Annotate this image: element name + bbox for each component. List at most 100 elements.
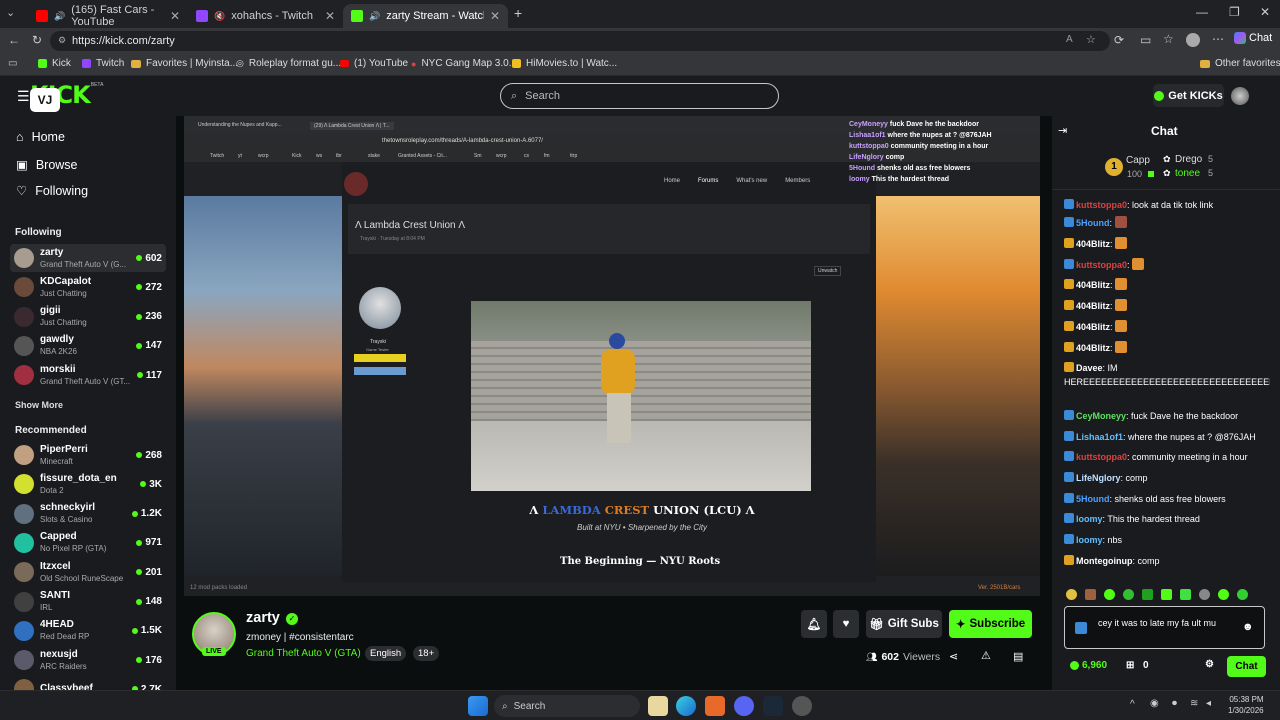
emote-icon[interactable] [1237, 589, 1248, 600]
channel-points[interactable]: 6,960 [1082, 660, 1107, 671]
bookmark-favorites[interactable]: Favorites | Myinsta... [131, 58, 238, 69]
channel-item[interactable]: fissure_dota_en Dota 2 3K [10, 470, 166, 498]
app-icon[interactable] [705, 696, 725, 716]
site-info-icon[interactable]: ⚙ [58, 35, 66, 46]
sidebar-toggle-icon[interactable]: ▭ [8, 58, 17, 69]
chat-username[interactable]: kuttstoppa0 [1076, 260, 1127, 270]
emote-icon[interactable] [1085, 589, 1096, 600]
new-tab-button[interactable]: + [514, 5, 522, 21]
chat-username[interactable]: 5Hound [1076, 494, 1110, 504]
chat-username[interactable]: 404Blitz [1076, 343, 1110, 353]
chat-input[interactable]: cey it was to late my fa ult mu ☻ [1064, 606, 1265, 649]
bookmark-other-favorites[interactable]: Other favorites [1200, 58, 1280, 69]
wifi-icon[interactable]: ≋ [1190, 698, 1198, 709]
address-bar[interactable]: ⚙ https://kick.com/zarty A ☆ [50, 31, 1110, 51]
emote-icon[interactable] [1142, 589, 1153, 600]
volume-icon[interactable]: ◂ [1206, 698, 1211, 709]
network-icon[interactable]: ◉ [1150, 698, 1159, 709]
channel-item[interactable]: KDCapalot Just Chatting 272 [10, 273, 166, 301]
chat-username[interactable]: 404Blitz [1076, 301, 1110, 311]
discord-icon[interactable] [734, 696, 754, 716]
chat-username[interactable]: 404Blitz [1076, 322, 1110, 332]
favorite-star-icon[interactable]: ☆ [1086, 33, 1096, 46]
gift-subs-button[interactable]: 🎁︎ Gift Subs [866, 610, 942, 638]
video-player[interactable]: Understanding the Nupes and Kapp... (29)… [184, 116, 1040, 596]
more-menu-icon[interactable]: ⋯ [1212, 32, 1224, 46]
chrome-icon[interactable] [792, 696, 812, 716]
speaker-icon[interactable]: 🔊 [369, 11, 380, 22]
chat-username[interactable]: 404Blitz [1076, 280, 1110, 290]
emote-icon[interactable] [1066, 589, 1077, 600]
bookmark-youtube[interactable]: (1) YouTube [340, 58, 408, 69]
nav-browse[interactable]: ▣ Browse [16, 157, 78, 173]
subscribe-button[interactable]: ✦ Subscribe [949, 610, 1032, 638]
close-window-icon[interactable]: ✕ [1260, 5, 1270, 19]
chat-username[interactable]: loomy [1076, 535, 1103, 545]
chat-settings-icon[interactable]: ⚙ [1205, 659, 1214, 670]
chat-username[interactable]: kuttstoppa0 [1076, 452, 1127, 462]
channel-item[interactable]: SANTI IRL 148 [10, 588, 166, 616]
close-icon[interactable]: ✕ [170, 9, 180, 23]
maximize-icon[interactable]: ❐ [1229, 5, 1240, 19]
chat-username[interactable]: CeyMoneyy [1076, 411, 1126, 421]
steam-icon[interactable] [763, 696, 783, 716]
back-icon[interactable]: ← [8, 33, 20, 47]
browser-tab-youtube[interactable]: 🔊 (165) Fast Cars - YouTube ✕ [28, 4, 188, 28]
channel-item[interactable]: morskii Grand Theft Auto V (GT... 117 [10, 361, 166, 389]
language-tag[interactable]: English [365, 646, 407, 661]
chat-username[interactable]: LifeNglory [1076, 473, 1121, 483]
chat-username[interactable]: Montegoinup [1076, 556, 1132, 566]
channel-item[interactable]: 4HEAD Red Dead RP 1.5K [10, 617, 166, 645]
channel-item[interactable]: nexusjd ARC Raiders 176 [10, 646, 166, 674]
favorites-icon[interactable]: ☆ [1163, 32, 1174, 46]
chat-send-button[interactable]: Chat [1227, 656, 1266, 677]
emote-icon[interactable] [1199, 589, 1210, 600]
emoji-picker-icon[interactable]: ☻ [1242, 621, 1254, 633]
follow-button[interactable]: ♥ [833, 610, 859, 638]
channel-item[interactable]: Itzxcel Old School RuneScape 201 [10, 558, 166, 586]
age-tag[interactable]: 18+ [413, 646, 440, 661]
user-avatar[interactable] [1231, 87, 1249, 105]
chat-username[interactable]: 5Hound [1076, 218, 1110, 228]
copilot-chat-button[interactable]: Chat [1234, 32, 1272, 44]
clock[interactable]: 05:38 PM 1/30/2026 [1228, 694, 1264, 716]
show-more-link[interactable]: Show More [15, 400, 63, 410]
profile-card-icon[interactable]: ▤ [1013, 650, 1023, 663]
emote-icon[interactable] [1104, 589, 1115, 600]
search-input[interactable]: ⌕ Search [500, 83, 779, 109]
channel-item[interactable]: zarty Grand Theft Auto V (G... 602 [10, 244, 166, 272]
category-link[interactable]: Grand Theft Auto V (GTA) [246, 648, 361, 659]
hamburger-menu-icon[interactable]: ☰ [17, 88, 30, 105]
file-explorer-icon[interactable] [648, 696, 668, 716]
channel-item[interactable]: schneckyirl Slots & Casino 1.2K [10, 500, 166, 528]
minimize-icon[interactable]: — [1196, 5, 1208, 19]
bookmark-twitch[interactable]: Twitch [82, 58, 124, 69]
reload-icon[interactable]: ↻ [32, 33, 42, 47]
browser-tab-kick[interactable]: 🔊 zarty Stream - Watch Live on ✕ [343, 4, 508, 28]
bookmark-kick[interactable]: Kick [38, 58, 71, 69]
emote-icon[interactable] [1218, 589, 1229, 600]
notifications-button[interactable]: 🔔︎ [801, 610, 827, 638]
nav-home[interactable]: ⌂ Home [16, 130, 65, 144]
read-aloud-icon[interactable]: A [1066, 34, 1073, 45]
emote-icon[interactable] [1180, 589, 1191, 600]
bookmark-nyc-map[interactable]: ● NYC Gang Map 3.0... [411, 58, 517, 69]
channel-item[interactable]: PiperPerri Minecraft 268 [10, 441, 166, 469]
chat-username[interactable]: Davee [1076, 363, 1103, 373]
taskbar-search[interactable]: ⌕ Search [494, 695, 640, 717]
collapse-chat-icon[interactable]: ⇥ [1058, 124, 1067, 137]
streamer-name[interactable]: zarty [246, 610, 280, 626]
mic-icon[interactable]: ⏺ [1172, 698, 1177, 709]
emote-icon[interactable] [1161, 589, 1172, 600]
share-icon[interactable]: ⋖ [949, 650, 958, 663]
chat-username[interactable]: loomy [1076, 514, 1103, 524]
chat-username[interactable]: kuttstoppa0 [1076, 200, 1127, 210]
get-kicks-button[interactable]: Get KICKs [1153, 84, 1224, 107]
bookmark-himovies[interactable]: HiMovies.to | Watc... [512, 58, 617, 69]
close-icon[interactable]: ✕ [325, 9, 335, 23]
tray-chevron-icon[interactable]: ^ [1130, 699, 1135, 710]
nav-following[interactable]: ♡ Following [16, 183, 88, 199]
chat-username[interactable]: Lishaa1of1 [1076, 432, 1123, 442]
split-screen-icon[interactable]: ▭ [1140, 33, 1151, 47]
tab-list-icon[interactable]: ⌄ [6, 6, 15, 19]
